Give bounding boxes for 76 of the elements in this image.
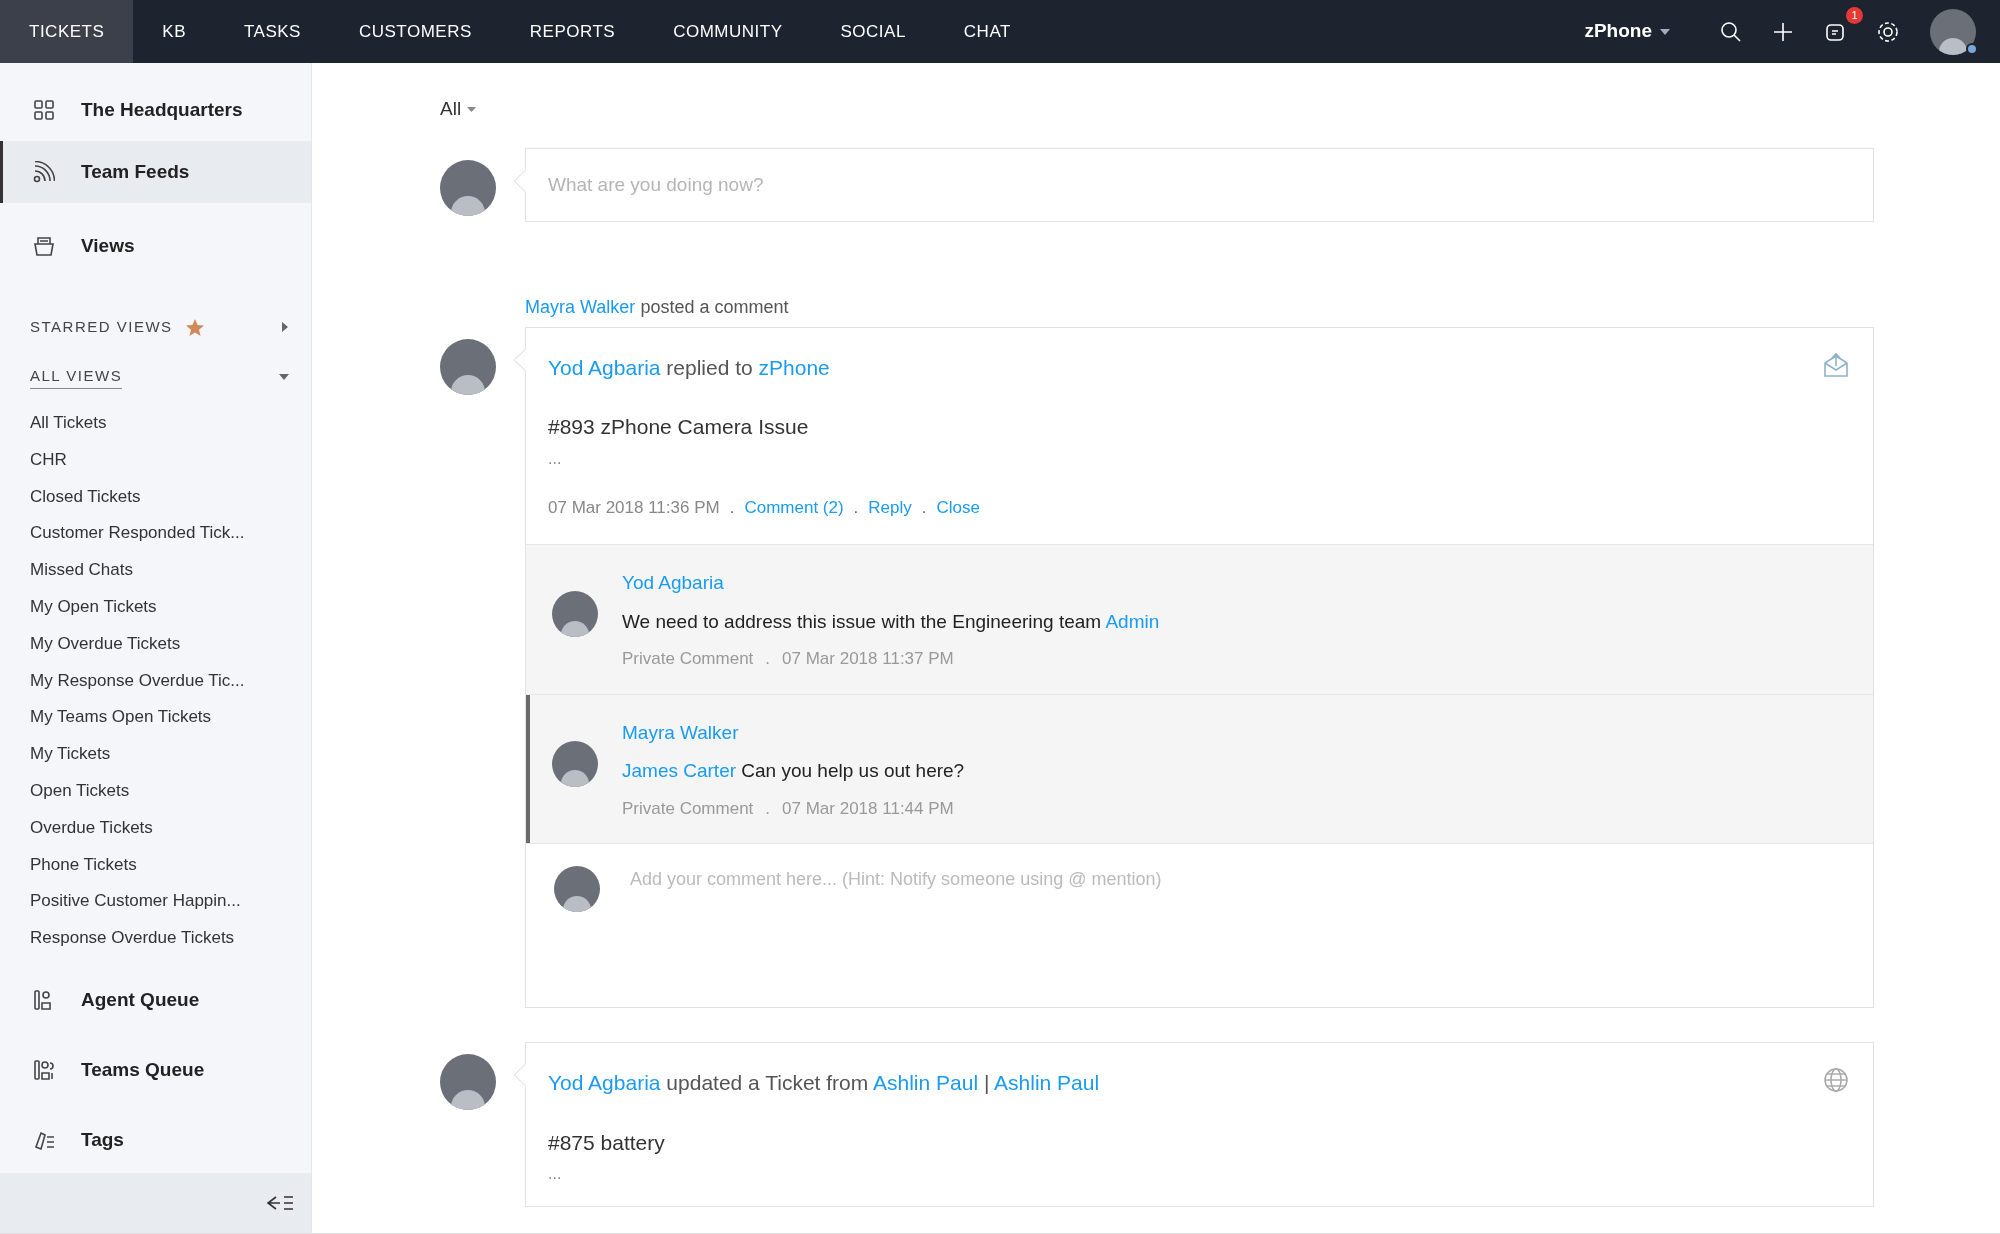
view-link[interactable]: Missed Chats [30, 552, 133, 589]
sidebar-nav-item[interactable]: Views [0, 215, 311, 277]
activity-text: | [983, 1071, 990, 1094]
status-input[interactable]: What are you doing now? [526, 148, 1873, 221]
sidebar-nav-item[interactable]: The Headquarters [0, 79, 311, 141]
comment-meta: Private Comment [622, 648, 754, 670]
notification-count: 1 [1846, 6, 1863, 24]
avatar [440, 1054, 496, 1110]
section-header[interactable]: STARRED VIEWS [0, 311, 311, 343]
more-icon[interactable]: ... [548, 450, 1851, 467]
view-link[interactable]: My Tickets [30, 736, 111, 773]
sidebar-nav-item[interactable]: Tags [0, 1108, 311, 1171]
separator: . [852, 497, 860, 517]
separator: . [764, 797, 772, 820]
view-link[interactable]: Response Overdue Tickets [30, 920, 235, 957]
view-link[interactable]: Customer Responded Tick... [30, 515, 245, 553]
department-dropdown[interactable]: zPhone [1584, 17, 1670, 46]
globe-icon [1823, 1067, 1849, 1093]
nav-tab[interactable]: TICKETS [0, 0, 134, 63]
view-link[interactable]: My Open Tickets [30, 589, 157, 626]
caret-icon [1660, 28, 1670, 35]
caret-icon [281, 322, 289, 332]
avatar [554, 866, 600, 912]
comment-meta: 07 Mar 2018 11:44 PM [782, 797, 954, 820]
view-link[interactable]: Positive Customer Happin... [30, 883, 241, 921]
caret-icon [467, 106, 477, 112]
view-link[interactable]: CHR [30, 441, 67, 479]
separator: . [920, 497, 928, 517]
nav-tab[interactable]: COMMUNITY [644, 0, 812, 63]
view-link[interactable]: My Overdue Tickets [30, 625, 181, 663]
view-link[interactable]: Overdue Tickets [30, 809, 153, 847]
view-link[interactable]: Open Tickets [30, 772, 130, 810]
star-icon [184, 317, 205, 337]
activity-text: posted a comment [640, 296, 789, 317]
comment-meta: 07 Mar 2018 11:37 PM [782, 648, 954, 670]
comment-input[interactable]: Add your comment here... (Hint: Notify someone using @ mention) [630, 866, 1845, 976]
activity-text: replied to [666, 355, 753, 379]
section-header[interactable]: ALL VIEWS [0, 361, 311, 393]
separator: . [764, 648, 772, 670]
nav-tab[interactable]: SOCIAL [811, 0, 935, 63]
folder-stack-icon [33, 235, 55, 257]
ticket-title[interactable]: #893 zPhone Camera Issue [548, 411, 1851, 443]
caret-icon [279, 373, 289, 381]
nav-tab[interactable]: REPORTS [500, 0, 645, 63]
view-link[interactable]: All Tickets [30, 405, 107, 442]
feed-icon [33, 161, 55, 183]
nav-tab[interactable]: TASKS [215, 0, 330, 63]
separator: . [728, 497, 736, 517]
activity-text: updated a Ticket from [666, 1071, 869, 1094]
view-link[interactable]: My Response Overdue Tic... [30, 662, 245, 700]
view-link[interactable]: Phone Tickets [30, 846, 137, 884]
nav-tab[interactable]: KB [133, 0, 215, 63]
filter-dropdown[interactable]: All [440, 95, 477, 124]
view-link[interactable]: My Teams Open Tickets [30, 699, 212, 737]
comment-text: Can you help us out here? [741, 760, 965, 781]
avatar [552, 591, 598, 637]
avatar [552, 740, 598, 787]
settings-icon [1876, 19, 1900, 44]
ticket-title[interactable]: #875 battery [548, 1126, 1851, 1158]
timestamp: 07 Mar 2018 11:36 PM [548, 497, 720, 517]
envelope-icon [1823, 351, 1849, 378]
more-icon[interactable]: ... [548, 1166, 1851, 1182]
user-avatar [1930, 8, 1976, 55]
collapse-sidebar-icon [265, 1194, 295, 1212]
grid-icon [33, 99, 55, 121]
plus-icon [1772, 20, 1794, 43]
sidebar-nav-item[interactable]: Team Feeds [0, 141, 311, 203]
nav-tab[interactable]: CUSTOMERS [329, 0, 501, 63]
view-link[interactable]: Closed Tickets [30, 478, 141, 516]
comment-text: We need to address this issue with the Engineering team [622, 610, 1102, 632]
sidebar-nav-item[interactable]: Agent Queue [0, 968, 311, 1031]
sidebar-nav-item[interactable]: Teams Queue [0, 1038, 311, 1101]
people-column-icon [33, 1058, 55, 1081]
search-icon [1720, 20, 1742, 43]
comment-meta: Private Comment [622, 797, 754, 820]
nav-tab[interactable]: CHAT [934, 0, 1040, 63]
